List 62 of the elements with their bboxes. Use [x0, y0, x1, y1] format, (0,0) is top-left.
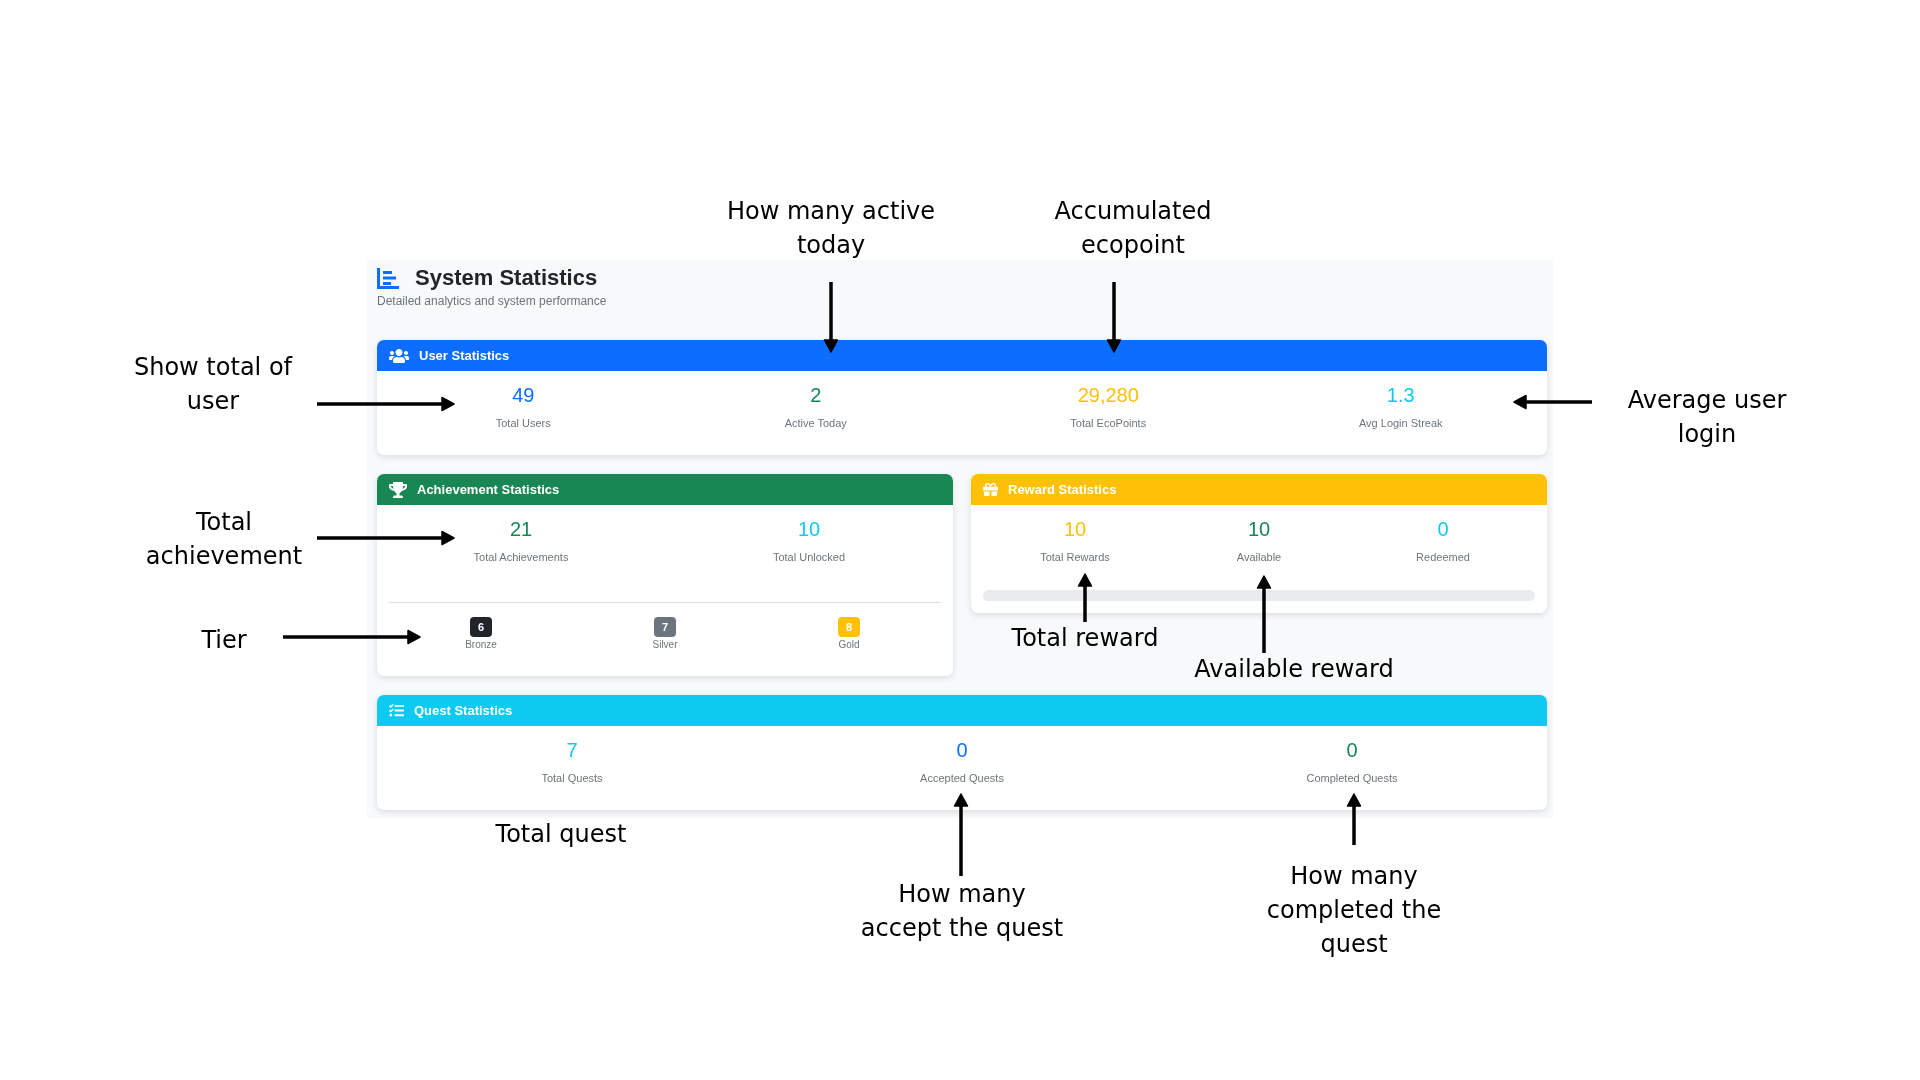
- section-title: Quest Statistics: [414, 701, 513, 720]
- stat-value: 7: [566, 738, 578, 762]
- up-arrow-icon: [1346, 793, 1362, 845]
- down-arrow-icon: [1106, 282, 1122, 353]
- callout-label: Average user login: [1626, 385, 1788, 450]
- stat-label: Available: [1236, 550, 1282, 565]
- section-title: Reward Statistics: [1008, 480, 1117, 499]
- tier-label: Silver: [652, 638, 678, 652]
- tier-count-badge: 7: [654, 617, 676, 637]
- callout-label: Total quest: [494, 819, 628, 850]
- up-arrow-icon: [953, 793, 969, 876]
- callout-label: Total achievement: [144, 507, 304, 572]
- stat-value: 21: [509, 517, 533, 541]
- stat-value: 10: [1063, 517, 1087, 541]
- stat-label: Total Unlocked: [772, 550, 846, 565]
- section-title: User Statistics: [419, 346, 510, 365]
- stat-label: Total Users: [495, 416, 551, 431]
- tier-label: Bronze: [465, 638, 497, 652]
- stat-value: 1.3: [1386, 383, 1415, 407]
- stat-value: 49: [512, 383, 535, 407]
- stat-value: 10: [1247, 517, 1271, 541]
- callout-label: Tier: [200, 625, 248, 656]
- down-arrow-icon: [823, 282, 839, 353]
- tier-label: Gold: [838, 638, 860, 652]
- callout-label: How many accept the quest: [859, 879, 1065, 944]
- checklist-icon: [389, 703, 404, 718]
- up-arrow-icon: [1256, 575, 1272, 653]
- stat-value: 0: [1437, 517, 1449, 541]
- stat-label: Total Quests: [541, 771, 603, 786]
- stat-label: Total EcoPoints: [1070, 416, 1147, 431]
- page-subtitle: Detailed analytics and system performance: [377, 293, 607, 309]
- bar-chart-icon: [377, 267, 399, 289]
- callout-label: Accumulated ecopoint: [1053, 196, 1213, 261]
- right-arrow-icon: [317, 530, 455, 546]
- stat-value: 0: [956, 738, 968, 762]
- stat-label: Total Achievements: [473, 550, 569, 565]
- up-arrow-icon: [1077, 573, 1093, 622]
- users-icon: [389, 347, 409, 364]
- right-arrow-icon: [283, 629, 421, 645]
- stat-label: Total Rewards: [1040, 550, 1110, 565]
- tier-count-badge: 6: [470, 617, 492, 637]
- callout-label: How many completed the quest: [1265, 861, 1443, 960]
- callout-label: How many active today: [725, 196, 937, 261]
- stat-label: Accepted Quests: [920, 771, 1004, 786]
- left-arrow-icon: [1513, 394, 1592, 410]
- gift-icon: [983, 482, 998, 497]
- stat-label: Avg Login Streak: [1358, 416, 1443, 431]
- stat-label: Active Today: [784, 416, 847, 431]
- right-arrow-icon: [317, 396, 455, 412]
- stat-value: 29,280: [1077, 383, 1139, 407]
- section-title: Achievement Statistics: [417, 480, 560, 499]
- stat-value: 10: [797, 517, 821, 541]
- stat-value: 2: [810, 383, 822, 407]
- stat-label: Redeemed: [1416, 550, 1470, 565]
- page-title: System Statistics: [415, 264, 598, 292]
- trophy-icon: [389, 481, 407, 498]
- stat-value: 0: [1346, 738, 1358, 762]
- tier-count-badge: 8: [838, 617, 860, 637]
- callout-label: Total reward: [1010, 623, 1160, 654]
- callout-label: Show total of user: [133, 352, 294, 417]
- stat-label: Completed Quests: [1306, 771, 1398, 786]
- callout-label: Available reward: [1193, 654, 1395, 685]
